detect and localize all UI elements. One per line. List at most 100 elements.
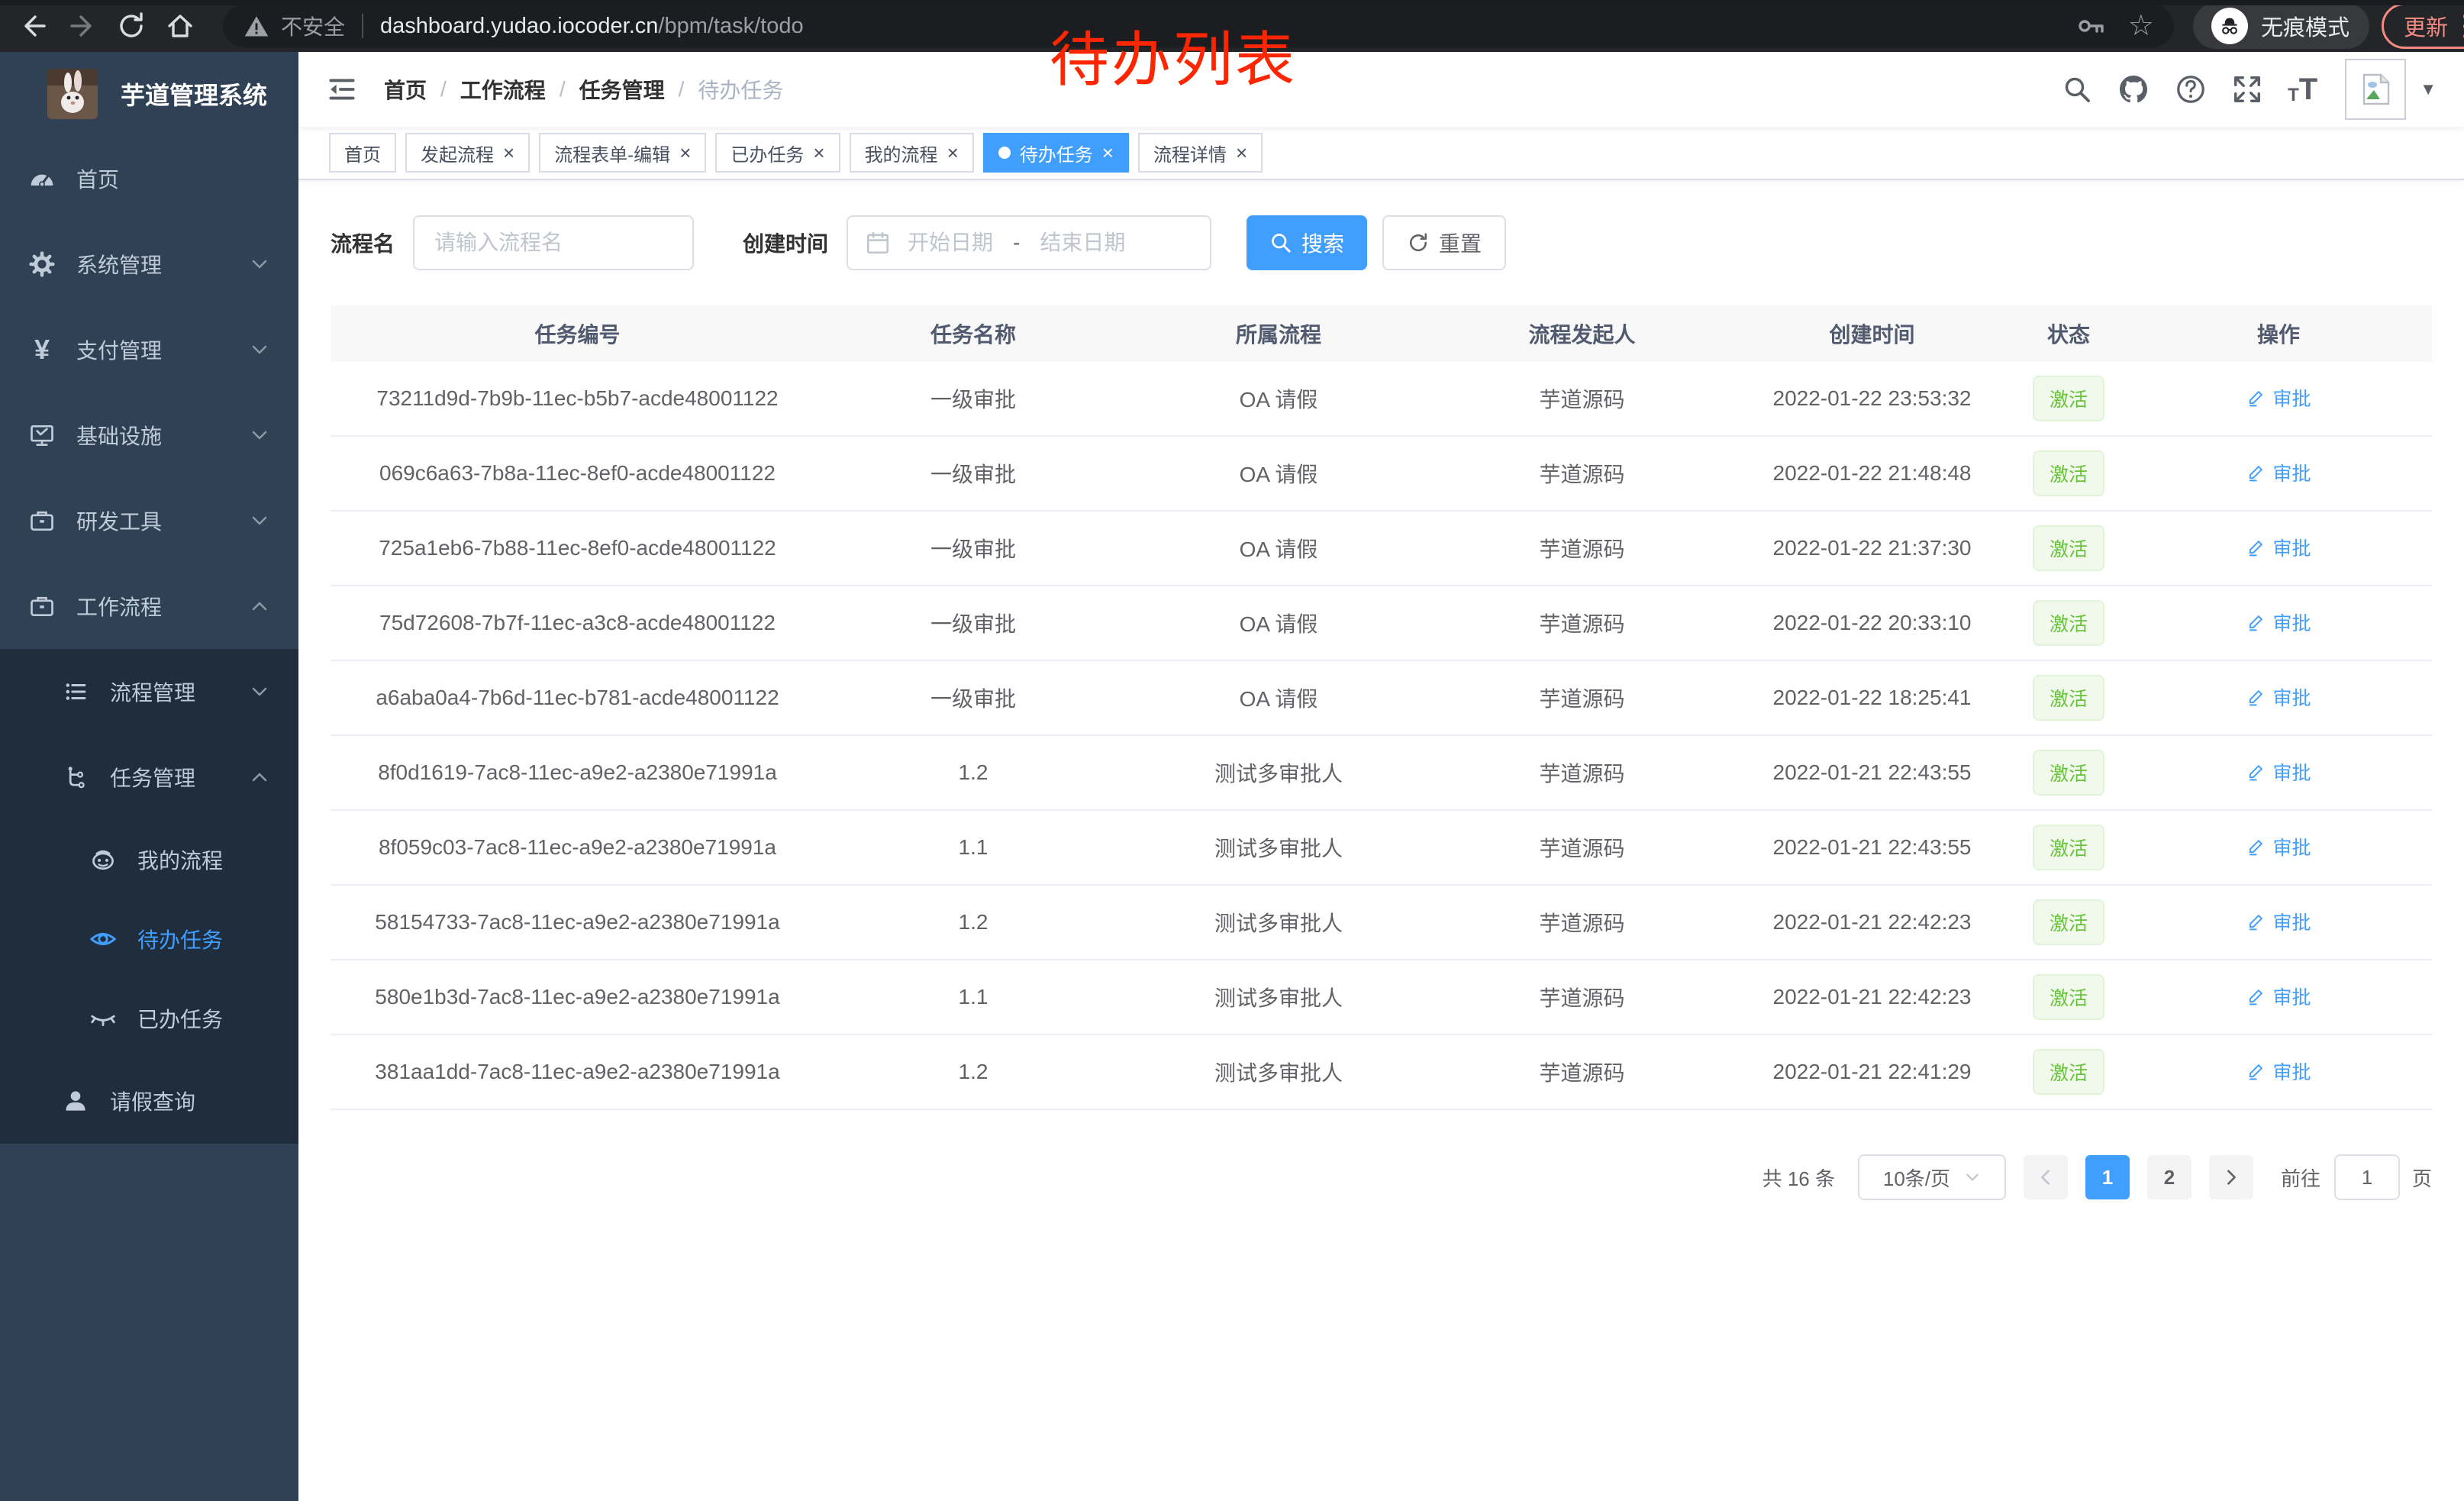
browser-back-button[interactable] <box>17 9 50 43</box>
close-icon[interactable]: × <box>679 143 691 163</box>
approve-link[interactable]: 审批 <box>2246 983 2311 1010</box>
avatar[interactable] <box>2345 59 2406 120</box>
sidebar-item-todo-tasks[interactable]: 待办任务 <box>0 899 298 979</box>
browser-refresh-button[interactable] <box>114 9 148 43</box>
app-shell: 芋道管理系统 首页 系统管理 ¥ 支付管理 基础设施 研发工具 <box>0 52 2464 1501</box>
pencil-icon <box>2246 986 2266 1006</box>
chevron-down-icon <box>250 682 269 702</box>
sidebar-item-leave-query[interactable]: 请假查询 <box>0 1058 298 1144</box>
status-badge: 激活 <box>2033 750 2104 796</box>
approve-link[interactable]: 审批 <box>2246 608 2311 636</box>
help-icon[interactable] <box>2175 73 2207 105</box>
start-date-input[interactable] <box>891 231 1010 255</box>
approve-link[interactable]: 审批 <box>2246 683 2311 711</box>
sidebar-item-task-management[interactable]: 任务管理 <box>0 734 298 820</box>
pencil-icon <box>2246 1061 2266 1081</box>
sidebar-item-infrastructure[interactable]: 基础设施 <box>0 392 298 478</box>
pencil-icon <box>2246 837 2266 857</box>
omnibox-divider <box>362 14 363 38</box>
cell-process: OA 请假 <box>1122 458 1435 489</box>
font-size-icon[interactable]: TT <box>2288 74 2317 105</box>
sidebar-item-payment[interactable]: ¥ 支付管理 <box>0 307 298 392</box>
chevron-down-icon <box>250 425 269 445</box>
date-range-picker[interactable]: - <box>847 215 1211 270</box>
browser-home-button[interactable] <box>163 9 197 43</box>
close-icon[interactable]: × <box>503 143 514 163</box>
tab-my-process[interactable]: 我的流程× <box>850 133 974 173</box>
chevron-up-icon <box>250 596 269 616</box>
sidebar-item-done-tasks[interactable]: 已办任务 <box>0 979 298 1058</box>
approve-link[interactable]: 审批 <box>2246 758 2311 786</box>
page-button-1[interactable]: 1 <box>2085 1155 2130 1199</box>
pencil-icon <box>2246 687 2266 707</box>
tab-start-process[interactable]: 发起流程× <box>405 133 530 173</box>
sidebar-item-process-management[interactable]: 流程管理 <box>0 649 298 734</box>
status-badge: 激活 <box>2033 525 2104 571</box>
cell-starter: 芋道源码 <box>1435 757 1729 788</box>
cell-process: OA 请假 <box>1122 533 1435 563</box>
monitor-icon <box>24 421 60 449</box>
list-icon <box>58 679 93 705</box>
approve-link[interactable]: 审批 <box>2246 833 2311 860</box>
breadcrumb-workflow[interactable]: 工作流程 <box>460 74 546 105</box>
status-badge: 激活 <box>2033 974 2104 1020</box>
browser-update-button[interactable]: 更新 <box>2382 3 2464 49</box>
cell-task-id: a6aba0a4-7b6d-11ec-b781-acde48001122 <box>331 686 824 710</box>
tab-todo-tasks[interactable]: 待办任务× <box>983 133 1129 173</box>
close-icon[interactable]: × <box>813 143 824 163</box>
eye-closed-icon <box>85 1004 121 1033</box>
cell-process: 测试多审批人 <box>1122 832 1435 863</box>
status-badge: 激活 <box>2033 825 2104 870</box>
tab-process-detail[interactable]: 流程详情× <box>1138 133 1263 173</box>
task-table: 任务编号 任务名称 所属流程 流程发起人 创建时间 状态 操作 73211d9d… <box>331 305 2432 1110</box>
goto-page-input[interactable] <box>2334 1154 2400 1200</box>
sidebar-item-my-process[interactable]: 我的流程 <box>0 820 298 899</box>
cell-task-id: 381aa1dd-7ac8-11ec-a9e2-a2380e71991a <box>331 1060 824 1084</box>
tab-done-tasks[interactable]: 已办任务× <box>715 133 840 173</box>
main-area: 首页 / 工作流程 / 任务管理 / 待办任务 <box>298 52 2464 1501</box>
tab-home[interactable]: 首页 <box>329 133 396 173</box>
close-icon[interactable]: × <box>947 143 959 163</box>
dashboard-icon <box>24 165 60 192</box>
bookmark-star-icon[interactable]: ☆ <box>2128 11 2154 40</box>
browser-forward-button[interactable] <box>66 9 99 43</box>
avatar-caret-icon[interactable]: ▼ <box>2420 79 2437 99</box>
close-icon[interactable]: × <box>1236 143 1247 163</box>
sidebar-item-home[interactable]: 首页 <box>0 136 298 221</box>
sidebar-item-system[interactable]: 系统管理 <box>0 221 298 307</box>
cell-task-name: 1.2 <box>824 1060 1122 1084</box>
search-icon[interactable] <box>2062 74 2092 105</box>
table-row: 580e1b3d-7ac8-11ec-a9e2-a2380e71991a1.1测… <box>331 960 2432 1035</box>
prev-page-button[interactable] <box>2024 1155 2068 1199</box>
sidebar-collapse-icon[interactable] <box>326 73 358 105</box>
search-button[interactable]: 搜索 <box>1247 215 1367 270</box>
close-icon[interactable]: × <box>1102 143 1114 163</box>
key-icon[interactable] <box>2076 11 2107 41</box>
process-name-input[interactable] <box>434 231 672 255</box>
cell-task-id: 069c6a63-7b8a-11ec-8ef0-acde48001122 <box>331 461 824 486</box>
approve-link[interactable]: 审批 <box>2246 384 2311 412</box>
next-page-button[interactable] <box>2209 1155 2253 1199</box>
breadcrumb-home[interactable]: 首页 <box>384 74 427 105</box>
page-size-select[interactable]: 10条/页 <box>1858 1154 2006 1200</box>
sidebar-item-dev-tools[interactable]: 研发工具 <box>0 478 298 563</box>
approve-link[interactable]: 审批 <box>2246 459 2311 486</box>
tab-process-form-edit[interactable]: 流程表单-编辑× <box>539 133 706 173</box>
sidebar-logo[interactable]: 芋道管理系统 <box>0 52 298 136</box>
cell-process: OA 请假 <box>1122 383 1435 414</box>
cell-task-name: 一级审批 <box>824 608 1122 638</box>
approve-link[interactable]: 审批 <box>2246 534 2311 561</box>
approve-link[interactable]: 审批 <box>2246 908 2311 935</box>
cell-task-id: 725a1eb6-7b88-11ec-8ef0-acde48001122 <box>331 536 824 560</box>
end-date-input[interactable] <box>1023 231 1142 255</box>
sidebar-item-workflow[interactable]: 工作流程 <box>0 563 298 649</box>
calendar-icon <box>865 230 891 256</box>
approve-link[interactable]: 审批 <box>2246 1057 2311 1085</box>
cell-starter: 芋道源码 <box>1435 458 1729 489</box>
fullscreen-icon[interactable] <box>2231 73 2263 105</box>
cell-task-name: 一级审批 <box>824 458 1122 489</box>
reset-button[interactable]: 重置 <box>1382 215 1506 270</box>
github-icon[interactable] <box>2117 73 2150 106</box>
page-button-2[interactable]: 2 <box>2147 1155 2191 1199</box>
breadcrumb-task-management[interactable]: 任务管理 <box>579 74 665 105</box>
